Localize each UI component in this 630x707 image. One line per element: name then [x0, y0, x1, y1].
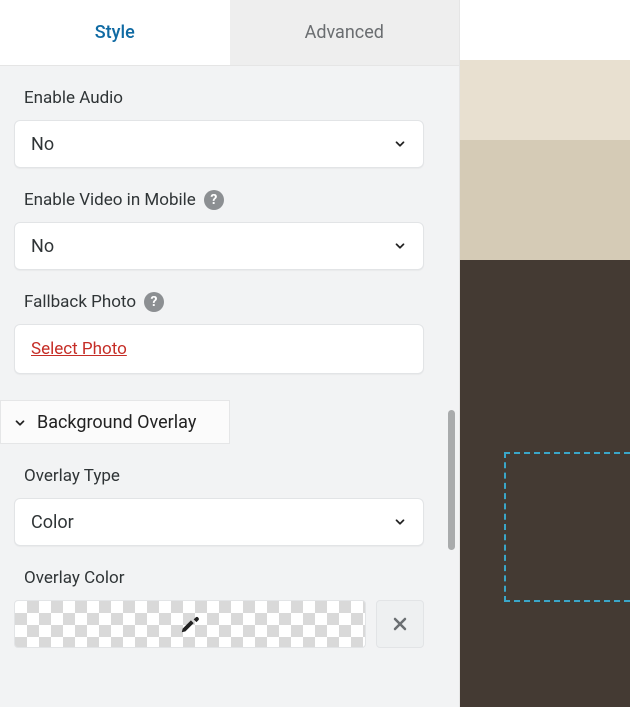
chevron-down-icon — [393, 515, 407, 529]
close-icon — [390, 614, 410, 634]
overlay-color-swatch[interactable] — [14, 600, 366, 648]
chevron-down-icon — [13, 415, 27, 429]
fallback-photo-label-row: Fallback Photo ? — [14, 270, 445, 324]
enable-video-mobile-select[interactable]: No — [14, 222, 424, 270]
enable-audio-label-row: Enable Audio — [14, 66, 445, 120]
tab-style[interactable]: Style — [0, 0, 230, 66]
overlay-color-label-row: Overlay Color — [14, 546, 445, 600]
overlay-type-label: Overlay Type — [24, 466, 120, 486]
scrollbar-thumb[interactable] — [448, 410, 455, 550]
tab-advanced[interactable]: Advanced — [230, 0, 460, 66]
settings-panel: Style Advanced Enable Audio No Enable Vi… — [0, 0, 460, 707]
eyedropper-icon — [179, 613, 201, 635]
enable-video-mobile-label-row: Enable Video in Mobile ? — [14, 168, 445, 222]
overlay-color-row — [14, 600, 424, 648]
chevron-down-icon — [393, 137, 407, 151]
enable-audio-select[interactable]: No — [14, 120, 424, 168]
enable-audio-value: No — [31, 134, 54, 155]
enable-video-mobile-value: No — [31, 236, 54, 257]
select-photo-link[interactable]: Select Photo — [31, 339, 127, 359]
clear-color-button[interactable] — [376, 600, 424, 648]
fallback-photo-label: Fallback Photo — [24, 292, 136, 312]
selection-outline — [504, 452, 630, 602]
overlay-color-label: Overlay Color — [24, 568, 124, 588]
overlay-type-label-row: Overlay Type — [14, 444, 445, 498]
panel-content: Enable Audio No Enable Video in Mobile ?… — [0, 66, 459, 707]
overlay-type-value: Color — [31, 512, 74, 533]
overlay-type-select[interactable]: Color — [14, 498, 424, 546]
section-title: Background Overlay — [37, 412, 196, 433]
fallback-photo-box: Select Photo — [14, 324, 424, 374]
help-icon[interactable]: ? — [144, 292, 164, 312]
chevron-down-icon — [393, 239, 407, 253]
help-icon[interactable]: ? — [204, 190, 224, 210]
section-background-overlay[interactable]: Background Overlay — [0, 400, 230, 444]
tabs: Style Advanced — [0, 0, 459, 66]
enable-audio-label: Enable Audio — [24, 88, 123, 108]
enable-video-mobile-label: Enable Video in Mobile — [24, 190, 196, 210]
canvas-preview[interactable] — [460, 0, 630, 707]
